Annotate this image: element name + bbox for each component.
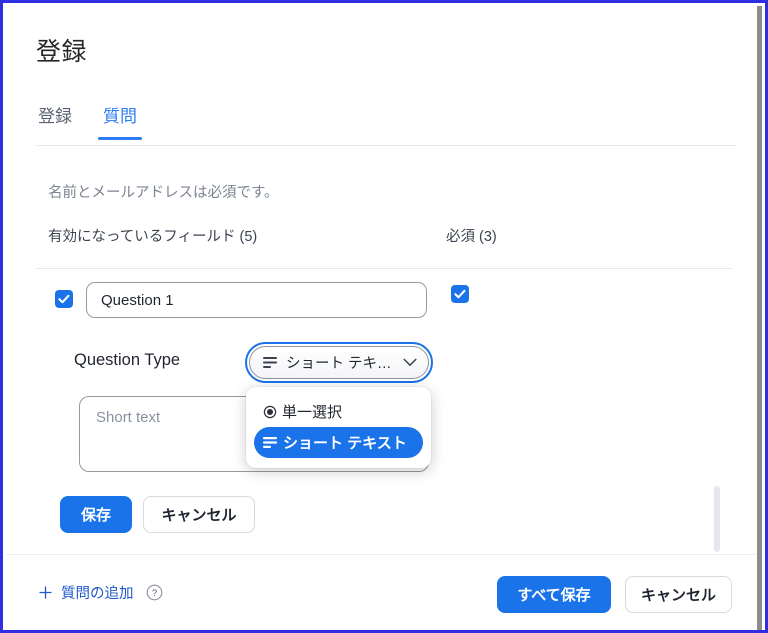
short-text-icon [263,437,277,448]
radio-button-icon [263,405,277,418]
plus-icon [39,586,52,599]
page-title: 登録 [36,38,88,66]
add-question-link[interactable]: 質問の追加 ? [39,582,163,603]
save-all-button[interactable]: すべて保存 [497,576,611,613]
dropdown-item-label: ショート テキスト [283,435,407,452]
tab-bar-divider [36,145,736,146]
save-button[interactable]: 保存 [60,496,132,533]
question-required-checkbox[interactable] [451,285,469,303]
add-question-label: 質問の追加 [61,586,134,602]
cancel-all-button[interactable]: キャンセル [625,576,732,613]
tab-questions[interactable]: 質問 [98,102,142,140]
column-header-required: 必須 (3) [446,229,497,245]
chevron-down-icon [403,358,417,366]
question-mark-circle-icon[interactable]: ? [146,584,163,601]
window-scrollbar[interactable] [757,6,762,630]
checkmark-icon [58,294,70,304]
dialog-window: 登録 登録 質問 名前とメールアドレスは必須です。 有効になっているフィールド … [0,0,768,633]
question-type-label: Question Type [74,351,181,369]
dropdown-item-single-select[interactable]: 単一選択 [254,396,423,427]
section-divider [36,268,732,269]
tab-registration[interactable]: 登録 [36,102,74,140]
dropdown-item-short-text[interactable]: ショート テキスト [254,427,423,458]
tab-bar: 登録 質問 [36,102,166,146]
column-header-enabled-fields: 有効になっているフィールド (5) [48,229,258,245]
checkmark-icon [454,289,466,299]
content-scrollbar-thumb[interactable] [714,486,720,552]
question-title-input[interactable] [86,282,427,318]
svg-text:?: ? [151,588,156,599]
question-type-value: ショート テキ… [286,356,392,372]
dialog-content: 登録 登録 質問 名前とメールアドレスは必須です。 有効になっているフィールド … [6,6,760,630]
short-text-icon [263,357,277,368]
dropdown-item-label: 単一選択 [282,404,343,421]
question-type-select[interactable]: ショート テキ… [245,342,433,383]
question-enabled-checkbox[interactable] [55,290,73,308]
helper-text: 名前とメールアドレスは必須です。 [48,185,279,201]
question-type-select-inner: ショート テキ… [249,346,429,379]
footer-divider [6,554,760,555]
question-type-dropdown-menu: 単一選択 ショート テキスト [246,387,431,468]
cancel-button[interactable]: キャンセル [143,496,255,533]
